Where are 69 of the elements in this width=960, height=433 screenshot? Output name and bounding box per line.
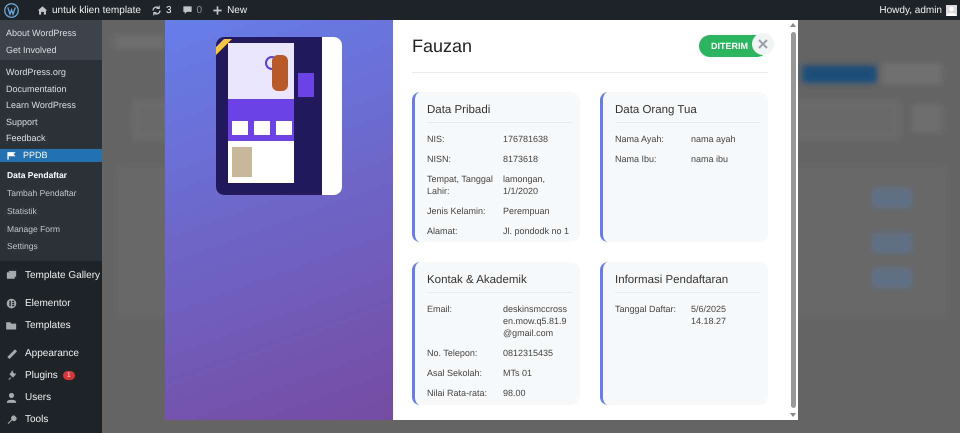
field-value: 0812315435 (503, 347, 554, 359)
field-value: 98.00 (503, 387, 527, 399)
field-label: Alamat: (427, 225, 459, 237)
update-icon[interactable] (150, 4, 162, 16)
sidebar-menu-item[interactable]: PPDB (0, 148, 102, 162)
field-value: nama ibu (691, 153, 730, 165)
close-icon (757, 38, 769, 50)
field-value: 176781638 (503, 133, 550, 145)
field-value: lamongan, 1/1/2020 (503, 173, 546, 197)
dropdown-menu-item[interactable]: Documentation (0, 80, 102, 97)
home-icon[interactable] (37, 4, 48, 16)
flag-icon (6, 150, 17, 161)
comment-count[interactable]: 0 (196, 4, 202, 16)
site-name-link[interactable]: untuk klien template (52, 4, 141, 16)
field-label: Tempat, Tanggal Lahir: (427, 173, 494, 197)
plus-icon[interactable] (212, 4, 224, 16)
avatar-icon[interactable] (946, 4, 957, 16)
dropdown-menu-item[interactable]: WordPress.org (0, 64, 102, 80)
field-label: Asal Sekolah: (427, 367, 484, 379)
sidebar-menu-item[interactable]: Users (0, 386, 102, 408)
field-value: MTs 01 (503, 367, 534, 379)
dropdown-menu-item[interactable]: Get Involved (0, 42, 102, 58)
field-label: Nilai Rata-rata: (427, 387, 488, 399)
card-title: Informasi Pendaftaran (615, 274, 760, 293)
field-label: Jenis Kelamin: (427, 205, 487, 217)
field-label: NISN: (427, 153, 452, 165)
new-link[interactable]: New (227, 4, 248, 16)
card-title: Data Pribadi (427, 104, 572, 123)
dropdown-menu-item[interactable]: Learn WordPress (0, 97, 102, 114)
dropdown-menu-item[interactable]: Support (0, 114, 102, 130)
field-value: deskinsmccrossen.mow.q5.81.9@gmail.com (503, 303, 568, 339)
sidebar-menu-item[interactable]: Template Gallery (0, 264, 102, 286)
sidebar-menu-item[interactable]: Templates (0, 314, 102, 336)
field-label: Nama Ibu: (615, 153, 658, 165)
field-value: 8173618 (503, 153, 540, 165)
elementor-icon (6, 298, 17, 308)
card-title: Data Orang Tua (615, 104, 760, 123)
field-value: nama ayah (691, 133, 737, 145)
submenu-item[interactable]: Data Pendaftar (0, 167, 102, 186)
update-count[interactable]: 3 (166, 4, 172, 16)
close-button[interactable] (752, 33, 774, 55)
plug-icon (6, 370, 17, 380)
dropdown-menu-item[interactable]: Feedback (0, 130, 102, 146)
field-value: 5/6/2025 14.18.27 (691, 303, 728, 327)
user-icon (6, 392, 17, 402)
submenu-item[interactable]: Manage Form (0, 220, 102, 238)
sidebar-menu-item[interactable]: Elementor (0, 292, 102, 314)
wordpress-logo-icon[interactable] (4, 2, 19, 18)
brush-icon (6, 348, 17, 358)
gallery-icon (6, 270, 17, 280)
field-value: Jl. pondodk no 1 (503, 225, 570, 237)
submenu-item[interactable]: Settings (0, 238, 102, 256)
submenu-item[interactable]: Tambah Pendaftar (0, 185, 102, 203)
dropdown-menu-item[interactable]: About WordPress (0, 25, 102, 42)
field-label: No. Telepon: (427, 347, 478, 359)
field-label: NIS: (427, 133, 446, 145)
sidebar-menu-item[interactable]: Tools (0, 408, 102, 430)
submenu-item[interactable]: Statistik (0, 202, 102, 221)
wrench-icon (6, 414, 17, 424)
card-title: Kontak & Akademik (427, 274, 572, 293)
comment-icon[interactable] (182, 4, 193, 16)
sidebar-menu-item[interactable]: Appearance (0, 342, 102, 364)
student-name: Fauzan (412, 36, 472, 56)
field-label: Nama Ayah: (615, 133, 665, 145)
folder-icon (6, 320, 17, 330)
field-label: Tanggal Daftar: (615, 303, 678, 316)
greeting-link[interactable]: Howdy, admin (879, 4, 942, 16)
field-value: Perempuan (503, 205, 551, 217)
field-label: Email: (427, 303, 454, 316)
